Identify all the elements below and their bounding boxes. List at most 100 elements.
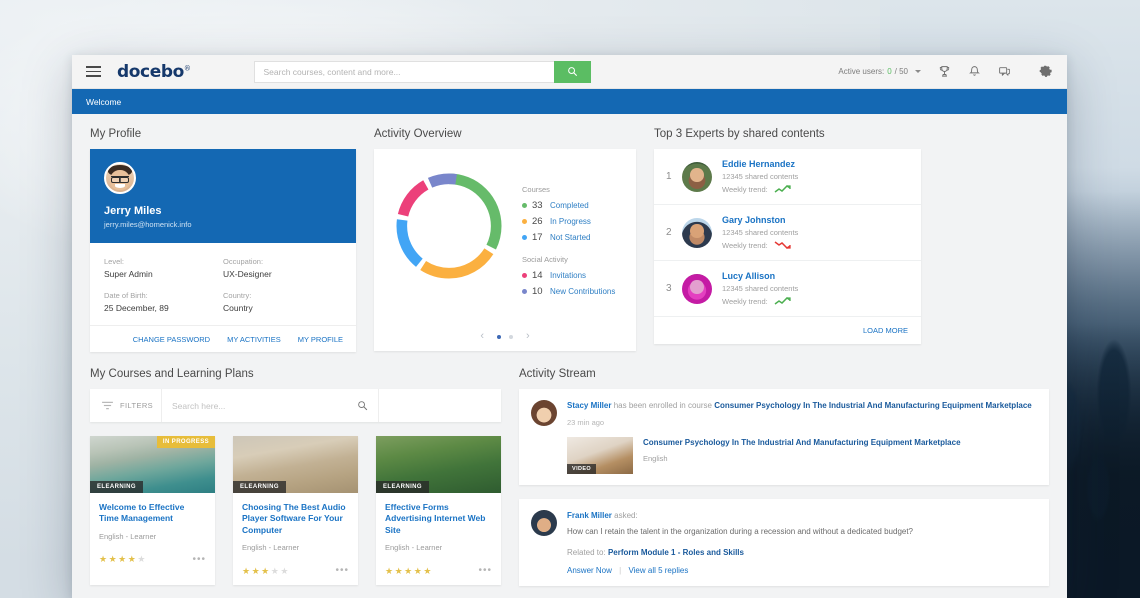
stream-user[interactable]: Stacy Miller: [567, 401, 611, 410]
course-rating[interactable]: ★ ★ ★ ★ ★: [242, 566, 289, 576]
chevron-left-icon[interactable]: ‹: [480, 331, 484, 342]
expert-name[interactable]: Gary Johnston: [722, 215, 798, 225]
active-users-count: 0: [887, 67, 892, 76]
notifications-button[interactable]: [968, 65, 981, 78]
trend-down-icon: [774, 241, 791, 249]
profile-column: My Profile Jerry Miles jerry.miles@homen…: [90, 128, 356, 352]
profile-card: Jerry Miles jerry.miles@homenick.info Le…: [90, 149, 356, 352]
trophy-button[interactable]: [938, 65, 951, 78]
related-to: Related to: Perform Module 1 - Roles and…: [567, 548, 1037, 557]
active-users-indicator[interactable]: Active users: 0 / 50: [838, 67, 921, 76]
breadcrumb: Welcome: [72, 89, 1067, 114]
stream-user[interactable]: Frank Miller: [567, 511, 612, 520]
docebo-logo[interactable]: docebo®: [117, 62, 191, 82]
legend-value: 33: [532, 200, 543, 211]
activity-donut-chart: [396, 173, 502, 279]
avatar: [682, 273, 712, 304]
jungle-thumb: ELEARNING: [376, 436, 501, 493]
search-input[interactable]: [253, 60, 554, 83]
legend-dot: [522, 203, 527, 208]
chevron-right-icon[interactable]: ›: [526, 331, 530, 342]
ellipsis-icon[interactable]: •••: [192, 554, 206, 565]
expert-info: Gary Johnston 12345 shared contents Week…: [722, 215, 798, 250]
course-title[interactable]: Effective Forms Advertising Internet Web…: [385, 502, 492, 536]
course-card-list: IN PROGRESS ELEARNING Welcome to Effecti…: [90, 436, 501, 586]
trophy-icon: [939, 66, 950, 77]
carousel-dots: [497, 334, 513, 339]
ellipsis-icon[interactable]: •••: [478, 566, 492, 576]
legend-dot: [522, 289, 527, 294]
avatar-illustration: [106, 164, 134, 192]
browser-window: docebo® Active users: 0 / 50: [72, 55, 1067, 598]
related-course-link[interactable]: Perform Module 1 - Roles and Skills: [608, 548, 744, 557]
stream-attachment[interactable]: VIDEO Consumer Psychology In The Industr…: [567, 437, 1037, 474]
expert-name[interactable]: Lucy Allison: [722, 271, 798, 281]
search-input[interactable]: [172, 400, 357, 411]
expert-row-2[interactable]: 2 Gary Johnston 12345 shared contents We…: [654, 205, 921, 261]
active-users-label: Active users:: [838, 67, 885, 76]
stream-item-enrollment: Stacy Miller has been enrolled in course…: [519, 389, 1049, 485]
profile-field-occupation: Occupation: UX-Designer: [223, 257, 342, 279]
stream-headline: Frank Miller asked:: [567, 510, 1037, 522]
field-value: 25 December, 89: [104, 303, 169, 313]
legend-item-invitations: 14 Invitations: [522, 270, 615, 281]
brand-text: docebo: [117, 61, 184, 82]
dashboard-row-top: My Profile Jerry Miles jerry.miles@homen…: [90, 128, 1049, 352]
type-badge: ELEARNING: [233, 481, 286, 493]
course-rating[interactable]: ★ ★ ★ ★ ★: [99, 555, 146, 564]
search-icon[interactable]: [357, 400, 368, 411]
expert-contents: 12345 shared contents: [722, 228, 799, 237]
my-activities-link[interactable]: MY ACTIVITIES: [227, 335, 281, 344]
hamburger-icon[interactable]: [86, 66, 101, 77]
field-value: UX-Designer: [223, 269, 272, 279]
change-password-link[interactable]: CHANGE PASSWORD: [133, 335, 210, 344]
dashboard-row-bottom: My Courses and Learning Plans FILTERS Se…: [90, 368, 1049, 598]
coast-mountains-thumb: IN PROGRESS ELEARNING: [90, 436, 215, 493]
avatar: [682, 161, 712, 192]
expert-rank: 3: [666, 283, 672, 294]
question-actions: Answer Now | View all 5 replies: [567, 566, 1037, 575]
breadcrumb-label: Welcome: [86, 96, 122, 107]
my-profile-link[interactable]: MY PROFILE: [298, 335, 343, 344]
carousel-dot-1[interactable]: [497, 334, 501, 339]
load-more-link[interactable]: LOAD MORE: [863, 326, 908, 335]
expert-name[interactable]: Eddie Hernandez: [722, 159, 798, 169]
stream-course-link[interactable]: Consumer Psychology In The Industrial An…: [714, 401, 1032, 410]
settings-button[interactable]: [1039, 65, 1053, 79]
stream-body: Stacy Miller has been enrolled in course…: [567, 400, 1037, 474]
expert-contents: 12345 shared contents: [722, 172, 799, 181]
activity-overview-title: Activity Overview: [374, 128, 462, 140]
course-title[interactable]: Welcome to Effective Time Management: [99, 502, 206, 525]
expert-row-3[interactable]: 3 Lucy Allison 12345 shared contents Wee…: [654, 261, 921, 317]
profile-fields: Level: Super Admin Occupation: UX-Design…: [90, 243, 356, 325]
course-body: Welcome to Effective Time Management Eng…: [90, 493, 215, 549]
view-replies-link[interactable]: View all 5 replies: [628, 566, 688, 575]
search-icon: [567, 67, 577, 76]
answer-now-link[interactable]: Answer Now: [567, 566, 612, 575]
profile-header: Jerry Miles jerry.miles@homenick.info: [90, 149, 356, 243]
global-search: [253, 60, 591, 83]
stream-action: asked:: [614, 511, 638, 520]
messages-button[interactable]: [998, 65, 1011, 78]
legend-label: Completed: [550, 201, 589, 210]
course-card[interactable]: ELEARNING Choosing The Best Audio Player…: [233, 436, 358, 586]
expert-row-1[interactable]: 1 Eddie Hernandez 12345 shared contents …: [654, 149, 921, 205]
trend-up-icon: [774, 297, 791, 305]
type-badge: ELEARNING: [376, 481, 429, 493]
filters-button[interactable]: FILTERS: [90, 389, 162, 422]
search-button[interactable]: [553, 60, 591, 83]
legend-value: 10: [532, 286, 543, 297]
desert-thumb: ELEARNING: [233, 436, 358, 493]
ellipsis-icon[interactable]: •••: [335, 566, 349, 576]
course-card[interactable]: ELEARNING Effective Forms Advertising In…: [376, 436, 501, 586]
attachment-title[interactable]: Consumer Psychology In The Industrial An…: [643, 437, 961, 448]
course-title[interactable]: Choosing The Best Audio Player Software …: [242, 502, 349, 536]
course-card[interactable]: IN PROGRESS ELEARNING Welcome to Effecti…: [90, 436, 215, 586]
activity-stream-column: Activity Stream Stacy Miller has been en…: [519, 368, 1049, 598]
expert-trend: Weekly trend:: [722, 240, 798, 250]
trend-up-icon: [774, 185, 791, 193]
course-rating[interactable]: ★ ★ ★ ★ ★: [385, 566, 432, 576]
carousel-dot-2[interactable]: [509, 334, 513, 339]
experts-card: 1 Eddie Hernandez 12345 shared contents …: [654, 149, 921, 344]
page-title: My Profile: [90, 128, 142, 140]
